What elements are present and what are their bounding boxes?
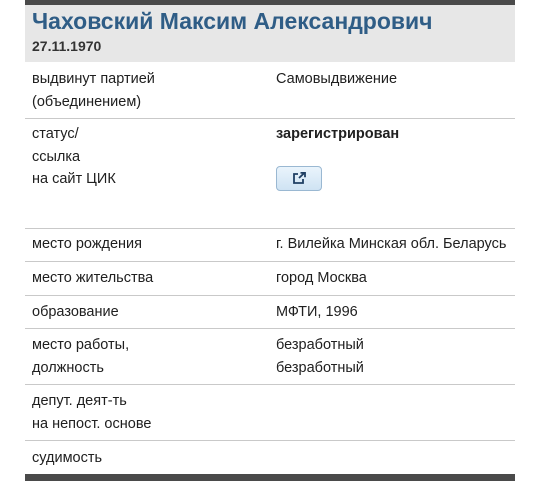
status-value: зарегистрирован	[276, 123, 515, 146]
label-line: на сайт ЦИК	[32, 171, 116, 187]
candidate-card: Чаховский Максим Александрович 27.11.197…	[25, 0, 515, 481]
row-education: образование МФТИ, 1996	[25, 296, 515, 329]
value-line: МФТИ, 1996	[276, 304, 358, 320]
label-line: статус/	[32, 126, 79, 142]
row-value: г. Вилейка Минская обл. Беларусь	[276, 233, 515, 256]
label-line: выдвинут партией	[32, 71, 155, 87]
row-deputy: депут. деят-ть на непост. основе	[25, 385, 515, 441]
row-value: МФТИ, 1996	[276, 301, 515, 324]
candidate-name: Чаховский Максим Александрович	[32, 8, 433, 34]
value-line: город Москва	[276, 270, 367, 286]
bottom-divider	[25, 474, 515, 481]
row-residence: место жительства город Москва	[25, 262, 515, 296]
value-line: зарегистрирован	[276, 126, 400, 142]
label-line: (объединением)	[32, 93, 142, 110]
row-value: город Москва	[276, 267, 515, 290]
row-status: статус/ ссылка на сайт ЦИК зарегистриров…	[25, 118, 515, 229]
row-label: образование	[32, 301, 272, 324]
label-line: образование	[32, 304, 119, 320]
row-label: судимость	[32, 447, 272, 470]
row-work: место работы, должность безработный безр…	[25, 329, 515, 385]
value-line: Самовыдвижение	[276, 71, 398, 87]
row-label: место жительства	[32, 267, 272, 290]
row-nominated: выдвинут партией (объединением) Самовыдв…	[25, 62, 515, 119]
birth-date: 27.11.1970	[32, 38, 102, 54]
label-line: место рождения	[32, 236, 143, 252]
label-line: должность	[32, 359, 104, 376]
external-link-icon	[293, 172, 306, 184]
label-line: место жительства	[32, 270, 154, 286]
row-label: выдвинут партией (объединением)	[32, 68, 272, 113]
row-label: место рождения	[32, 233, 272, 256]
row-value: безработный безработный	[276, 334, 515, 379]
value-line: г. Вилейка Минская обл. Беларусь	[276, 236, 507, 252]
row-label: депут. деят-ть на непост. основе	[32, 390, 272, 435]
label-line: место работы,	[32, 337, 130, 353]
row-label: место работы, должность	[32, 334, 272, 379]
row-conviction: судимость	[25, 441, 515, 474]
row-label: статус/ ссылка на сайт ЦИК	[32, 123, 272, 191]
value-line: безработный	[276, 337, 364, 353]
value-line: безработный	[276, 359, 364, 376]
candidate-header: Чаховский Максим Александрович 27.11.197…	[25, 0, 515, 62]
cik-link-button[interactable]	[276, 166, 322, 191]
label-line: ссылка	[32, 148, 81, 165]
label-line: судимость	[32, 450, 103, 466]
row-birthplace: место рождения г. Вилейка Минская обл. Б…	[25, 228, 515, 262]
label-line: депут. деят-ть	[32, 393, 127, 409]
label-line: на непост. основе	[32, 415, 152, 432]
row-value: Самовыдвижение	[276, 68, 515, 91]
